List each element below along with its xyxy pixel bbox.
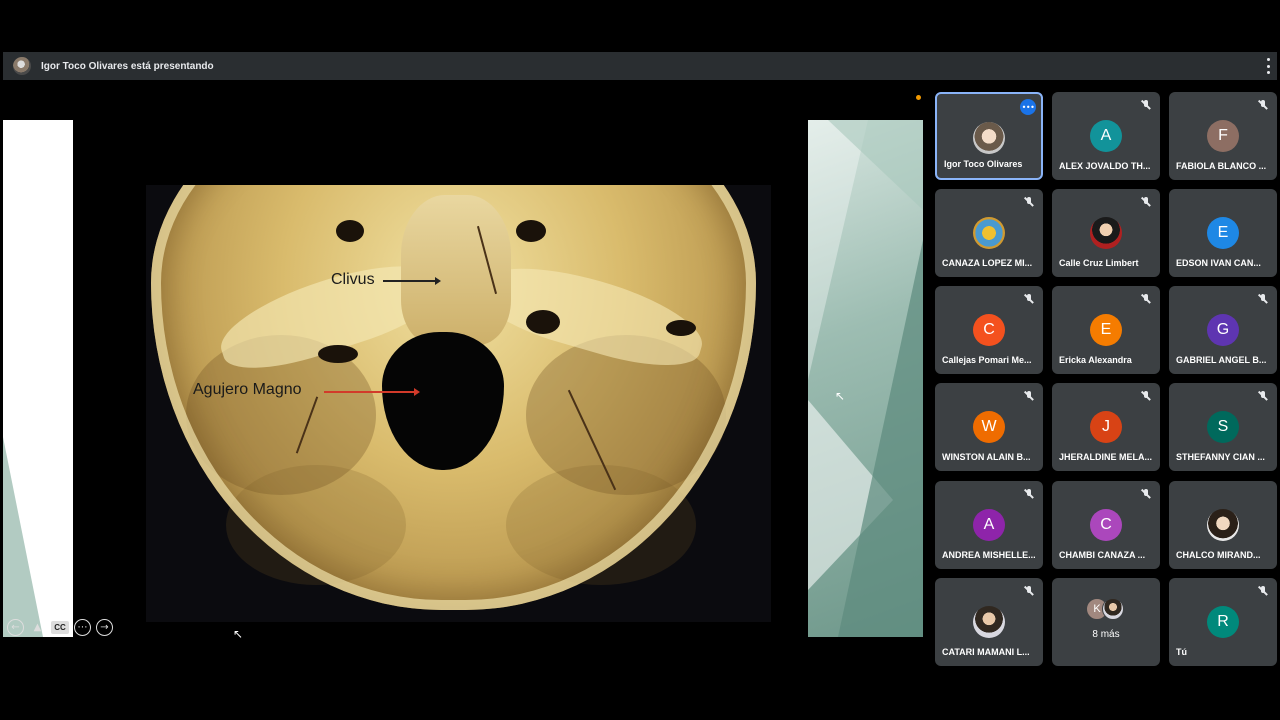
mic-off-icon — [1024, 294, 1034, 304]
participant-name: EDSON IVAN CAN... — [1176, 258, 1261, 268]
participant-name: ANDREA MISHELLE... — [942, 550, 1036, 560]
avatar: E — [1090, 314, 1122, 346]
tile-options-icon[interactable]: ••• — [1020, 99, 1036, 115]
cc-icon[interactable]: CC — [51, 621, 69, 634]
avatar: S — [1207, 411, 1239, 443]
participant-tile[interactable]: E EDSON IVAN CAN... — [1169, 189, 1277, 277]
more-participants-avatars: K — [1086, 598, 1130, 622]
slide-controls: ← ▲ CC ⋯ → — [7, 619, 113, 636]
mouse-cursor-icon: ↖ — [233, 627, 244, 641]
slide-right-panel — [808, 120, 923, 637]
mic-off-icon — [1024, 197, 1034, 207]
participant-name: STHEFANNY CIAN ... — [1176, 452, 1265, 462]
label-agujero-magno: Agujero Magno — [193, 381, 302, 398]
participant-tile[interactable]: CHALCO MIRAND... — [1169, 481, 1277, 569]
label-clivus: Clivus — [331, 271, 375, 288]
participant-name: ALEX JOVALDO TH... — [1059, 161, 1151, 171]
arrow-left-icon[interactable]: ← — [7, 619, 24, 636]
participant-name: JHERALDINE MELA... — [1059, 452, 1153, 462]
avatar: F — [1207, 120, 1239, 152]
skull-base-photo: Clivus Agujero Magno — [146, 185, 771, 622]
participant-tile[interactable]: W WINSTON ALAIN B... — [935, 383, 1043, 471]
shared-screen: Clivus Agujero Magno ← ▲ CC ⋯ → ↖ ↖ — [3, 91, 923, 666]
participant-name: Ericka Alexandra — [1059, 355, 1132, 365]
participant-tile[interactable]: S STHEFANNY CIAN ... — [1169, 383, 1277, 471]
arrow-right-icon[interactable]: → — [96, 619, 113, 636]
avatar: R — [1207, 606, 1239, 638]
avatar: A — [1090, 120, 1122, 152]
avatar — [973, 122, 1005, 154]
mic-off-icon — [1258, 100, 1268, 110]
participant-name: CHAMBI CANAZA ... — [1059, 550, 1146, 560]
mic-off-icon — [1258, 586, 1268, 596]
presenting-banner: Igor Toco Olivares está presentando — [3, 52, 1277, 80]
clivus-arrow-icon — [383, 277, 441, 284]
presenter-avatar — [13, 57, 31, 75]
participant-tile[interactable]: A ANDREA MISHELLE... — [935, 481, 1043, 569]
avatar: E — [1207, 217, 1239, 249]
avatar: A — [973, 509, 1005, 541]
participant-name: CHALCO MIRAND... — [1176, 550, 1261, 560]
mic-off-icon — [1141, 489, 1151, 499]
mic-off-icon — [1024, 391, 1034, 401]
participant-name: GABRIEL ANGEL B... — [1176, 355, 1267, 365]
participant-tile[interactable]: Igor Toco Olivares ••• — [935, 92, 1043, 180]
mouse-cursor-icon: ↖ — [835, 389, 846, 403]
presenting-text: Igor Toco Olivares está presentando — [41, 60, 214, 72]
participant-name: FABIOLA BLANCO ... — [1176, 161, 1267, 171]
mic-off-icon — [1141, 100, 1151, 110]
participant-name: WINSTON ALAIN B... — [942, 452, 1031, 462]
avatar — [1207, 509, 1239, 541]
mic-off-icon — [1258, 294, 1268, 304]
avatar — [973, 217, 1005, 249]
participant-tile[interactable]: C Callejas Pomari Me... — [935, 286, 1043, 374]
participant-tile[interactable]: A ALEX JOVALDO TH... — [1052, 92, 1160, 180]
mic-off-icon — [1024, 489, 1034, 499]
avatar — [973, 606, 1005, 638]
participant-name: Callejas Pomari Me... — [942, 355, 1032, 365]
mic-off-icon — [1141, 197, 1151, 207]
slide-left-panel — [3, 120, 73, 637]
avatar: J — [1090, 411, 1122, 443]
participant-tile[interactable]: R Tú — [1169, 578, 1277, 666]
participant-tile[interactable]: CANAZA LOPEZ MI... — [935, 189, 1043, 277]
more-participants-tile[interactable]: K 8 más — [1052, 578, 1160, 666]
avatar: G — [1207, 314, 1239, 346]
participant-tile[interactable]: CATARI MAMANI L... — [935, 578, 1043, 666]
participant-tile[interactable]: Calle Cruz Limbert — [1052, 189, 1160, 277]
mic-off-icon — [1141, 391, 1151, 401]
mic-off-icon — [1258, 391, 1268, 401]
participant-tile[interactable]: F FABIOLA BLANCO ... — [1169, 92, 1277, 180]
participant-tile[interactable]: E Ericka Alexandra — [1052, 286, 1160, 374]
avatar — [1090, 217, 1122, 249]
avatar: W — [973, 411, 1005, 443]
pointer-icon[interactable]: ▲ — [29, 619, 46, 636]
participant-tile[interactable]: J JHERALDINE MELA... — [1052, 383, 1160, 471]
more-participants-label: 8 más — [1092, 629, 1120, 640]
participant-name: Igor Toco Olivares — [944, 159, 1023, 169]
recording-indicator-icon — [916, 95, 921, 100]
participant-tile[interactable]: C CHAMBI CANAZA ... — [1052, 481, 1160, 569]
participant-name: CATARI MAMANI L... — [942, 647, 1030, 657]
mic-off-icon — [1141, 294, 1151, 304]
agujero-arrow-icon — [324, 388, 420, 395]
participant-name: Tú — [1176, 647, 1187, 657]
mic-off-icon — [1024, 586, 1034, 596]
participant-tile[interactable]: G GABRIEL ANGEL B... — [1169, 286, 1277, 374]
avatar: C — [973, 314, 1005, 346]
more-options-icon[interactable] — [1267, 58, 1271, 74]
participant-name: Calle Cruz Limbert — [1059, 258, 1139, 268]
avatar — [1102, 598, 1124, 620]
avatar: C — [1090, 509, 1122, 541]
more-icon[interactable]: ⋯ — [74, 619, 91, 636]
participant-name: CANAZA LOPEZ MI... — [942, 258, 1033, 268]
